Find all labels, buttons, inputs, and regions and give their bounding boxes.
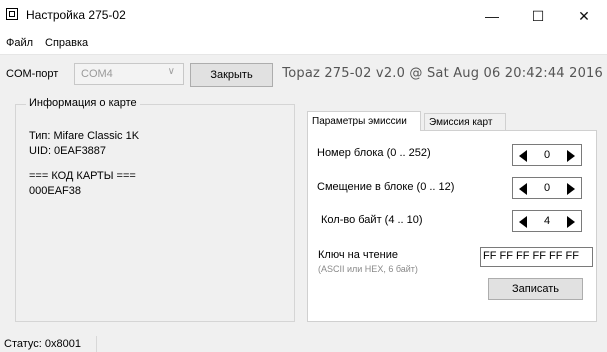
card-info-group: Информация о карте Тип: Mifare Classic 1… (15, 97, 295, 322)
card-uid: UID: 0EAF3887 (29, 145, 107, 157)
block-number-spinner[interactable]: 0 (512, 144, 582, 166)
com-port-select[interactable]: COM4 ∨ (74, 63, 184, 85)
read-key-label: Ключ на чтение (318, 249, 398, 261)
chevron-down-icon: ∨ (167, 66, 175, 77)
com-port-label: COM-порт (6, 68, 59, 80)
title-bar: Настройка 275-02 — ☐ ✕ (0, 0, 607, 32)
maximize-button[interactable]: ☐ (515, 0, 561, 32)
arrow-right-icon[interactable] (567, 150, 575, 162)
app-icon (6, 8, 18, 20)
menu-item-help[interactable]: Справка (45, 37, 88, 49)
menu-bar: Файл Справка (0, 32, 607, 55)
card-type: Тип: Mifare Classic 1K (29, 130, 140, 142)
arrow-right-icon[interactable] (567, 216, 575, 228)
version-info: Topaz 275-02 v2.0 @ Sat Aug 06 20:42:44 … (282, 66, 603, 81)
arrow-right-icon[interactable] (567, 183, 575, 195)
byte-count-label: Кол-во байт (4 .. 10) (321, 214, 423, 226)
com-port-value: COM4 (81, 68, 113, 80)
close-port-button[interactable]: Закрыть (190, 63, 273, 87)
close-window-button[interactable]: ✕ (561, 0, 607, 32)
card-code-value: 000EAF38 (29, 185, 81, 197)
read-key-input[interactable]: FF FF FF FF FF FF (480, 247, 593, 267)
card-code-header: === КОД КАРТЫ === (29, 170, 136, 182)
emission-params-panel: Номер блока (0 .. 252) 0 Смещение в блок… (307, 130, 597, 322)
block-offset-spinner[interactable]: 0 (512, 177, 582, 199)
status-bar: Статус: 0x8001 (0, 336, 607, 352)
minimize-button[interactable]: — (469, 0, 515, 32)
read-key-hint: (ASCII или HEX, 6 байт) (318, 264, 418, 274)
window-title: Настройка 275-02 (26, 8, 126, 22)
block-number-label: Номер блока (0 .. 252) (317, 147, 431, 159)
write-button[interactable]: Записать (488, 278, 583, 300)
tab-emission-params[interactable]: Параметры эмиссии (307, 111, 421, 131)
tab-card-emission[interactable]: Эмиссия карт (424, 113, 506, 131)
block-offset-label: Смещение в блоке (0 .. 12) (317, 181, 455, 193)
status-text: Статус: 0x8001 (4, 338, 81, 350)
byte-count-spinner[interactable]: 4 (512, 210, 582, 232)
menu-item-file[interactable]: Файл (6, 37, 33, 49)
status-separator (96, 336, 97, 352)
card-info-title: Информация о карте (26, 97, 140, 109)
